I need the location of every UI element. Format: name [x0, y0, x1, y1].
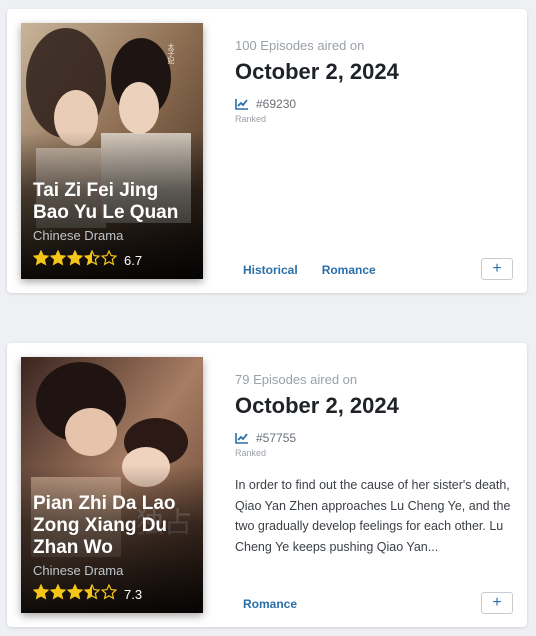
- star-icon: [49, 583, 67, 600]
- air-date: October 2, 2024: [235, 393, 399, 418]
- star-icon: [66, 249, 84, 266]
- rating-score: 7.3: [124, 587, 143, 602]
- genre-tag[interactable]: Historical: [243, 263, 298, 277]
- rank-number: #57755: [256, 431, 297, 445]
- star-icon: [66, 583, 84, 600]
- poster[interactable]: 独占 Pian Zhi Da Lao Zong Xiang Du Zhan Wo…: [21, 357, 203, 613]
- star-icon: [100, 583, 118, 600]
- drama-card: 独占 Pian Zhi Da Lao Zong Xiang Du Zhan Wo…: [7, 343, 527, 627]
- ranked-label: Ranked: [235, 448, 267, 458]
- drama-title[interactable]: Tai Zi Fei Jing Bao Yu Le Quan: [33, 180, 193, 224]
- star-icon: [32, 583, 50, 600]
- star-icon: [32, 249, 50, 266]
- star-icon: [49, 249, 67, 266]
- add-button[interactable]: +: [481, 592, 513, 614]
- star-icon: [83, 583, 101, 600]
- star-icon: [100, 249, 118, 266]
- rank-number: #69230: [256, 97, 297, 111]
- star-rating: 6.7: [32, 249, 143, 271]
- svg-text:太子妃: 太子妃: [167, 42, 175, 65]
- drama-card: 太子妃 Tai Zi Fei Jing Bao Yu Le Quan Chine…: [7, 9, 527, 293]
- episodes-text: 100 Episodes aired on: [235, 38, 365, 53]
- add-button[interactable]: +: [481, 258, 513, 280]
- air-date: October 2, 2024: [235, 59, 399, 84]
- drama-type: Chinese Drama: [33, 228, 124, 243]
- genre-tag[interactable]: Romance: [243, 597, 297, 611]
- star-icon: [83, 249, 101, 266]
- star-rating: 7.3: [32, 583, 143, 605]
- ranked-label: Ranked: [235, 114, 267, 124]
- trend-chart-icon: [235, 99, 248, 110]
- genre-tag[interactable]: Romance: [322, 263, 376, 277]
- rating-score: 6.7: [124, 253, 143, 268]
- episodes-text: 79 Episodes aired on: [235, 372, 358, 387]
- stars: [32, 583, 118, 605]
- description: In order to find out the cause of her si…: [235, 478, 511, 554]
- poster[interactable]: 太子妃 Tai Zi Fei Jing Bao Yu Le Quan Chine…: [21, 23, 203, 279]
- drama-type: Chinese Drama: [33, 563, 124, 578]
- drama-title[interactable]: Pian Zhi Da Lao Zong Xiang Du Zhan Wo: [33, 493, 193, 559]
- stars: [32, 249, 118, 271]
- trend-chart-icon: [235, 433, 248, 444]
